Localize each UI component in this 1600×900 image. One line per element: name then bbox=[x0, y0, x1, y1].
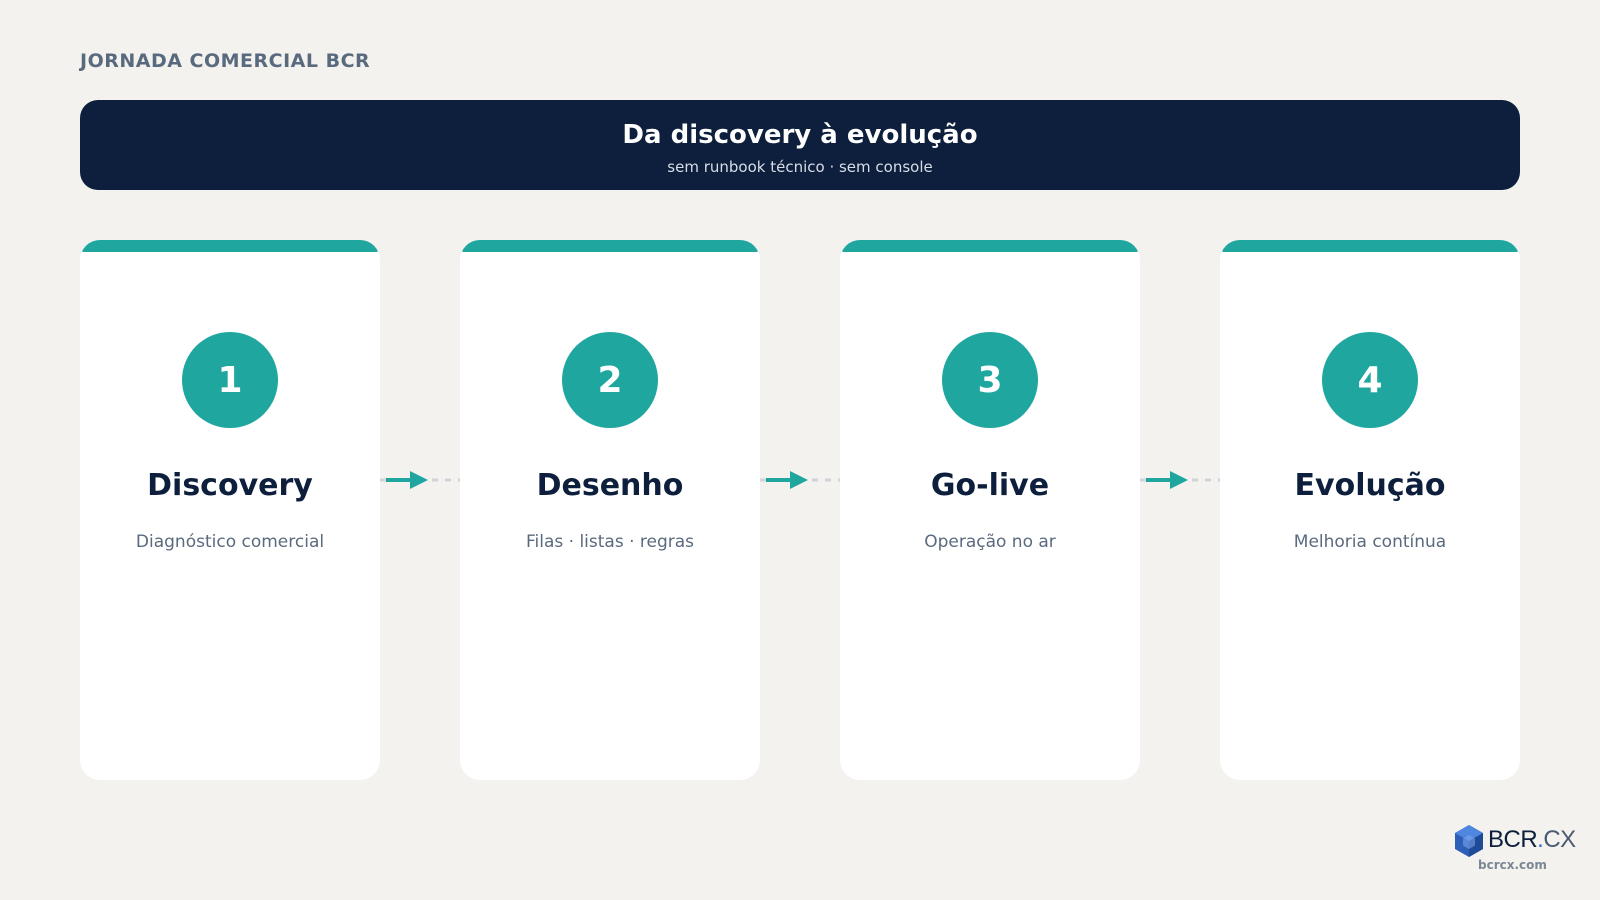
card-accent-bar bbox=[80, 240, 380, 252]
step-number-badge: 4 bbox=[1322, 332, 1418, 428]
step-card-desenho: 2 Desenho Filas · listas · regras bbox=[460, 240, 760, 780]
cube-logo-icon bbox=[1455, 825, 1483, 857]
step-card-discovery: 1 Discovery Diagnóstico comercial bbox=[80, 240, 380, 780]
step-description: Operação no ar bbox=[924, 532, 1056, 552]
arrow-right-icon bbox=[1140, 471, 1220, 489]
card-accent-bar bbox=[460, 240, 760, 252]
step-title: Evolução bbox=[1294, 468, 1446, 503]
card-accent-bar bbox=[1220, 240, 1520, 252]
logo-domain: bcrcx.com bbox=[1478, 858, 1547, 872]
step-description: Melhoria contínua bbox=[1293, 532, 1447, 552]
title-banner: Da discovery à evolução sem runbook técn… bbox=[80, 100, 1520, 190]
step-title: Desenho bbox=[536, 468, 684, 503]
step-card-evolucao: 4 Evolução Melhoria contínua bbox=[1220, 240, 1520, 780]
step-number-badge: 1 bbox=[182, 332, 278, 428]
logo-brand: BCR bbox=[1488, 826, 1538, 853]
step-number-badge: 3 bbox=[942, 332, 1038, 428]
card-accent-bar bbox=[840, 240, 1140, 252]
arrow-right-icon bbox=[380, 471, 460, 489]
logo-wordmark: BCR.CX bbox=[1488, 826, 1576, 854]
step-card-go-live: 3 Go-live Operação no ar bbox=[840, 240, 1140, 780]
page-subtitle: sem runbook técnico · sem console bbox=[667, 158, 933, 176]
arrow-right-icon bbox=[760, 471, 840, 489]
step-description: Filas · listas · regras bbox=[525, 532, 695, 552]
logo-suffix: CX bbox=[1543, 826, 1576, 853]
step-number-badge: 2 bbox=[562, 332, 658, 428]
step-title: Discovery bbox=[147, 468, 313, 503]
step-description: Diagnóstico comercial bbox=[135, 532, 325, 552]
page-title: Da discovery à evolução bbox=[622, 120, 978, 150]
step-title: Go-live bbox=[930, 468, 1050, 503]
eyebrow-label: JORNADA COMERCIAL BCR bbox=[80, 50, 371, 72]
bcrcx-logo: BCR.CX bcrcx.com bbox=[1452, 824, 1582, 874]
